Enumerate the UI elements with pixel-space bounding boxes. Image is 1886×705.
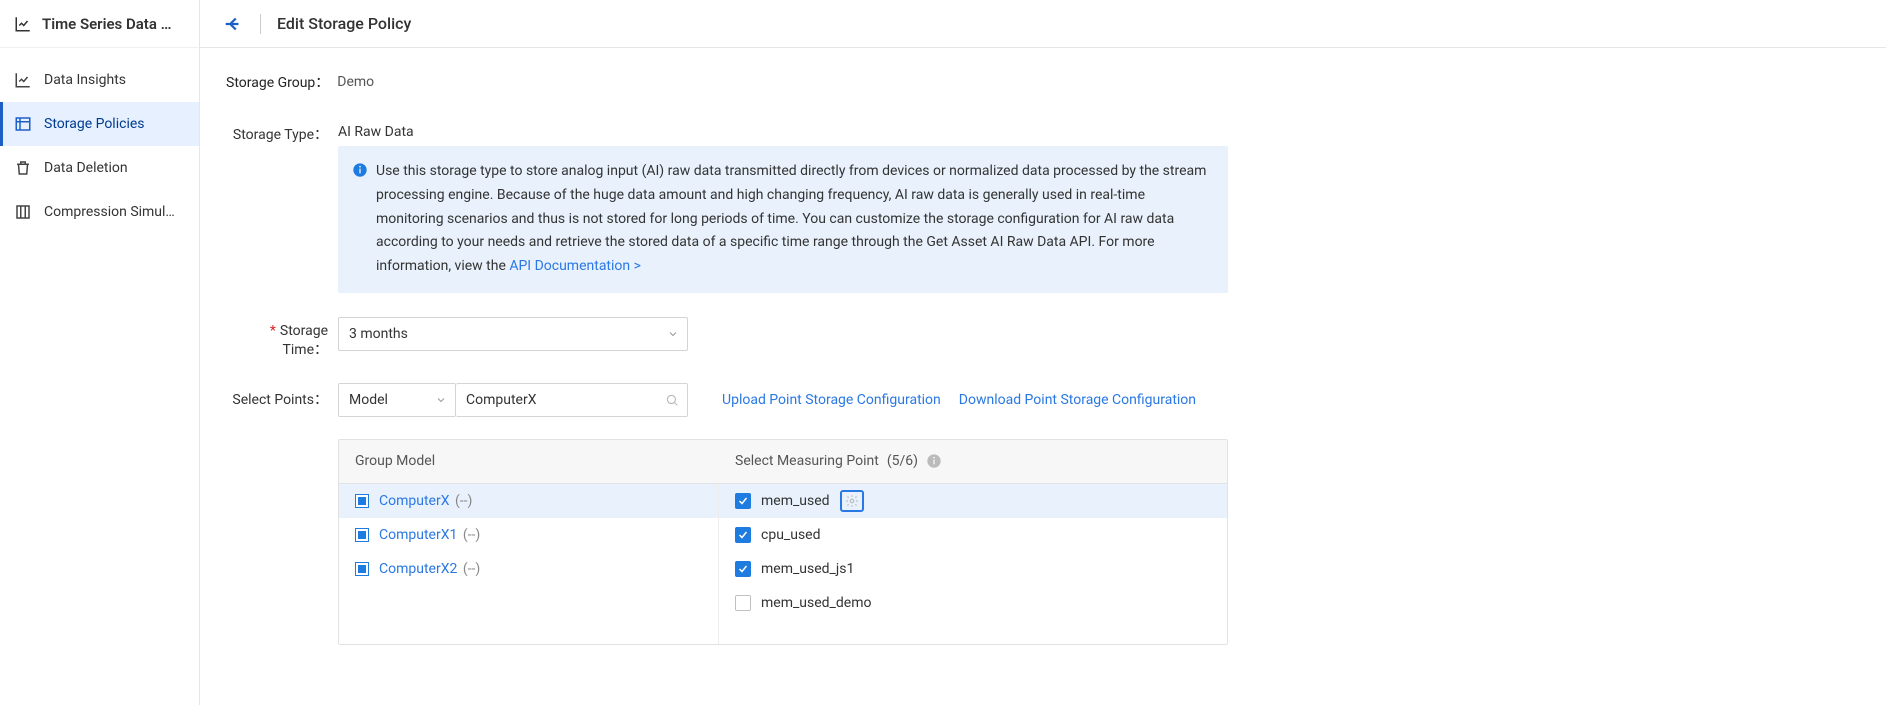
- group-model-row[interactable]: ComputerX1 (--): [339, 518, 718, 552]
- content: Storage Group： Demo Storage Type： AI Raw…: [200, 48, 1886, 705]
- model-search-group: Model ComputerX: [338, 383, 688, 417]
- model-search-input[interactable]: ComputerX: [456, 383, 688, 417]
- group-model-suffix: (--): [459, 527, 480, 543]
- model-select-value: Model: [349, 392, 388, 408]
- measuring-point-name: mem_used_demo: [761, 595, 871, 611]
- sidebar-items: Data Insights Storage Policies Data Dele…: [0, 48, 199, 234]
- gear-badge[interactable]: [840, 490, 864, 512]
- sidebar-item-data-deletion[interactable]: Data Deletion: [0, 146, 199, 190]
- model-select[interactable]: Model: [338, 383, 456, 417]
- compress-icon: [14, 203, 32, 221]
- checkbox-indeterminate-icon[interactable]: [355, 562, 369, 576]
- measuring-point-row[interactable]: mem_used_js1: [719, 552, 1227, 586]
- chevron-down-icon: [667, 328, 679, 340]
- sidebar-item-compression-simul[interactable]: Compression Simul…: [0, 190, 199, 234]
- col-group-model: Group Model: [339, 440, 719, 483]
- select-points-label: Select Points：: [226, 383, 338, 409]
- select-points-body: Model ComputerX Upl: [338, 383, 1860, 645]
- search-value: ComputerX: [466, 392, 536, 408]
- checkbox-indeterminate-icon[interactable]: [355, 528, 369, 542]
- measuring-point-row[interactable]: mem_used: [719, 484, 1227, 518]
- info-icon[interactable]: [926, 453, 942, 469]
- sidebar-item-storage-policies[interactable]: Storage Policies: [0, 102, 199, 146]
- storage-type-body: AI Raw Data Use this storage type to sto…: [338, 122, 1860, 293]
- col-measuring-point: Select Measuring Point (5/6): [719, 440, 1227, 483]
- info-box: Use this storage type to store analog in…: [338, 146, 1228, 293]
- measuring-point-name: mem_used_js1: [761, 561, 854, 577]
- search-icon: [665, 393, 679, 407]
- storage-group-value: Demo: [337, 74, 374, 90]
- info-icon: [352, 162, 368, 178]
- measuring-point-name: mem_used: [761, 493, 830, 509]
- storage-time-row: Storage Time： 3 months: [226, 317, 1860, 359]
- sidebar-item-label: Data Insights: [44, 72, 126, 88]
- upload-config-link[interactable]: Upload Point Storage Configuration: [722, 392, 941, 408]
- sidebar-item-data-insights[interactable]: Data Insights: [0, 58, 199, 102]
- sidebar-header: Time Series Data …: [0, 0, 199, 48]
- checkbox-indeterminate-icon[interactable]: [355, 494, 369, 508]
- measuring-point-name: cpu_used: [761, 527, 821, 543]
- back-button[interactable]: [222, 13, 244, 35]
- storage-time-body: 3 months: [338, 317, 1860, 351]
- storage-group-label: Storage Group：: [226, 72, 329, 92]
- storage-type-value: AI Raw Data: [338, 122, 1860, 140]
- points-controls: Model ComputerX Upl: [338, 383, 1860, 417]
- main: Edit Storage Policy Storage Group： Demo …: [200, 0, 1886, 705]
- group-model-suffix: (--): [451, 493, 472, 509]
- chart-line-icon: [14, 15, 32, 33]
- checkbox-checked-icon[interactable]: [735, 561, 751, 577]
- chevron-down-icon: [435, 394, 447, 406]
- group-model-name: ComputerX2: [379, 561, 457, 577]
- sidebar-item-label: Compression Simul…: [44, 204, 175, 220]
- trash-icon: [14, 159, 32, 177]
- links-group: Upload Point Storage Configuration Downl…: [722, 392, 1196, 408]
- measuring-point-row[interactable]: mem_used_demo: [719, 586, 1227, 620]
- storage-type-row: Storage Type： AI Raw Data Use this stora…: [226, 122, 1860, 293]
- group-model-row[interactable]: ComputerX2 (--): [339, 552, 718, 586]
- download-config-link[interactable]: Download Point Storage Configuration: [959, 392, 1196, 408]
- storage-time-label: Storage Time：: [226, 317, 338, 359]
- topbar: Edit Storage Policy: [200, 0, 1886, 48]
- group-model-name: ComputerX1: [379, 527, 457, 543]
- api-doc-link[interactable]: API Documentation >: [509, 258, 641, 274]
- list-icon: [14, 115, 32, 133]
- chart-icon: [14, 71, 32, 89]
- group-model-suffix: (--): [459, 561, 480, 577]
- measuring-point-list: mem_used cpu_used mem: [719, 484, 1227, 644]
- col-points-count: (5/6): [887, 453, 918, 469]
- group-model-row[interactable]: ComputerX (--): [339, 484, 718, 518]
- storage-type-label: Storage Type：: [226, 122, 338, 144]
- storage-time-value: 3 months: [349, 326, 408, 342]
- checkbox-checked-icon[interactable]: [735, 493, 751, 509]
- checkbox-unchecked-icon[interactable]: [735, 595, 751, 611]
- points-table: Group Model Select Measuring Point (5/6): [338, 439, 1228, 645]
- measuring-point-row[interactable]: cpu_used: [719, 518, 1227, 552]
- points-table-header: Group Model Select Measuring Point (5/6): [339, 440, 1227, 484]
- points-table-body: ComputerX (--) ComputerX1 (--) ComputerX…: [339, 484, 1227, 644]
- storage-time-select[interactable]: 3 months: [338, 317, 688, 351]
- sidebar-title: Time Series Data …: [42, 15, 172, 33]
- sidebar: Time Series Data … Data Insights Storage…: [0, 0, 200, 705]
- select-points-row: Select Points： Model ComputerX: [226, 383, 1860, 645]
- sidebar-item-label: Data Deletion: [44, 160, 128, 176]
- storage-group-row: Storage Group： Demo: [226, 72, 1860, 92]
- divider: [260, 14, 261, 34]
- info-text: Use this storage type to store analog in…: [376, 163, 1206, 274]
- col-points-label: Select Measuring Point: [735, 453, 879, 469]
- sidebar-item-label: Storage Policies: [44, 116, 145, 132]
- group-model-list: ComputerX (--) ComputerX1 (--) ComputerX…: [339, 484, 719, 644]
- group-model-name: ComputerX: [379, 493, 449, 509]
- checkbox-checked-icon[interactable]: [735, 527, 751, 543]
- page-title: Edit Storage Policy: [277, 14, 411, 33]
